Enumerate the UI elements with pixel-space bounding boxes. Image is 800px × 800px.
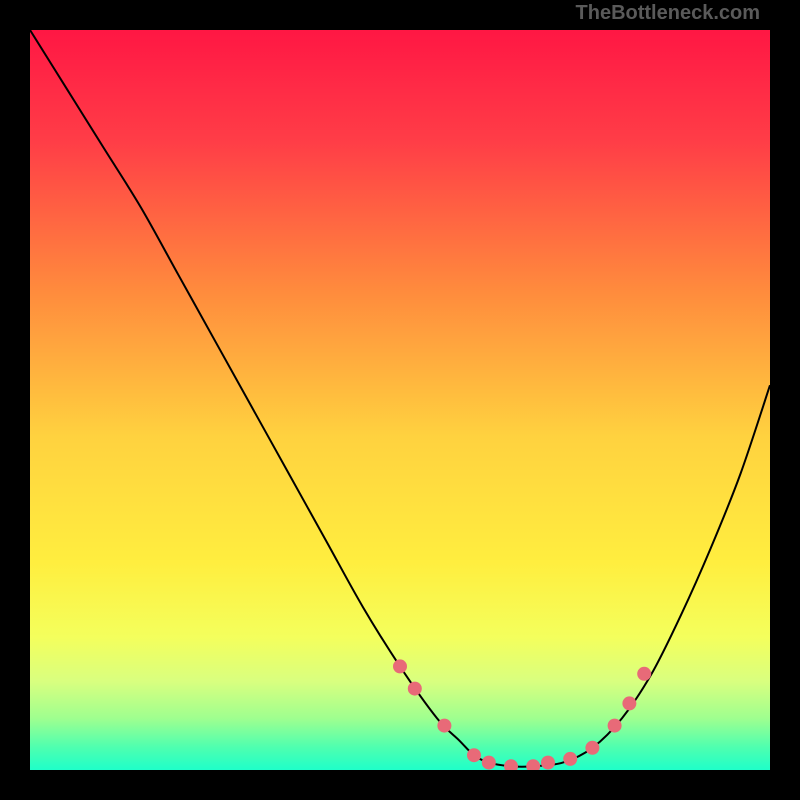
highlight-dot (437, 719, 451, 733)
highlight-dot (608, 719, 622, 733)
highlight-dot (408, 682, 422, 696)
highlight-dot (563, 752, 577, 766)
highlight-dots-group (393, 659, 651, 770)
highlight-dot (504, 759, 518, 770)
chart-area (30, 30, 770, 770)
highlight-dot (637, 667, 651, 681)
highlight-dot (467, 748, 481, 762)
highlight-dot (526, 759, 540, 770)
highlight-dot (482, 756, 496, 770)
watermark-text: TheBottleneck.com (576, 2, 760, 25)
dots-layer (30, 30, 770, 770)
highlight-dot (622, 696, 636, 710)
highlight-dot (585, 741, 599, 755)
highlight-dot (393, 659, 407, 673)
highlight-dot (541, 756, 555, 770)
